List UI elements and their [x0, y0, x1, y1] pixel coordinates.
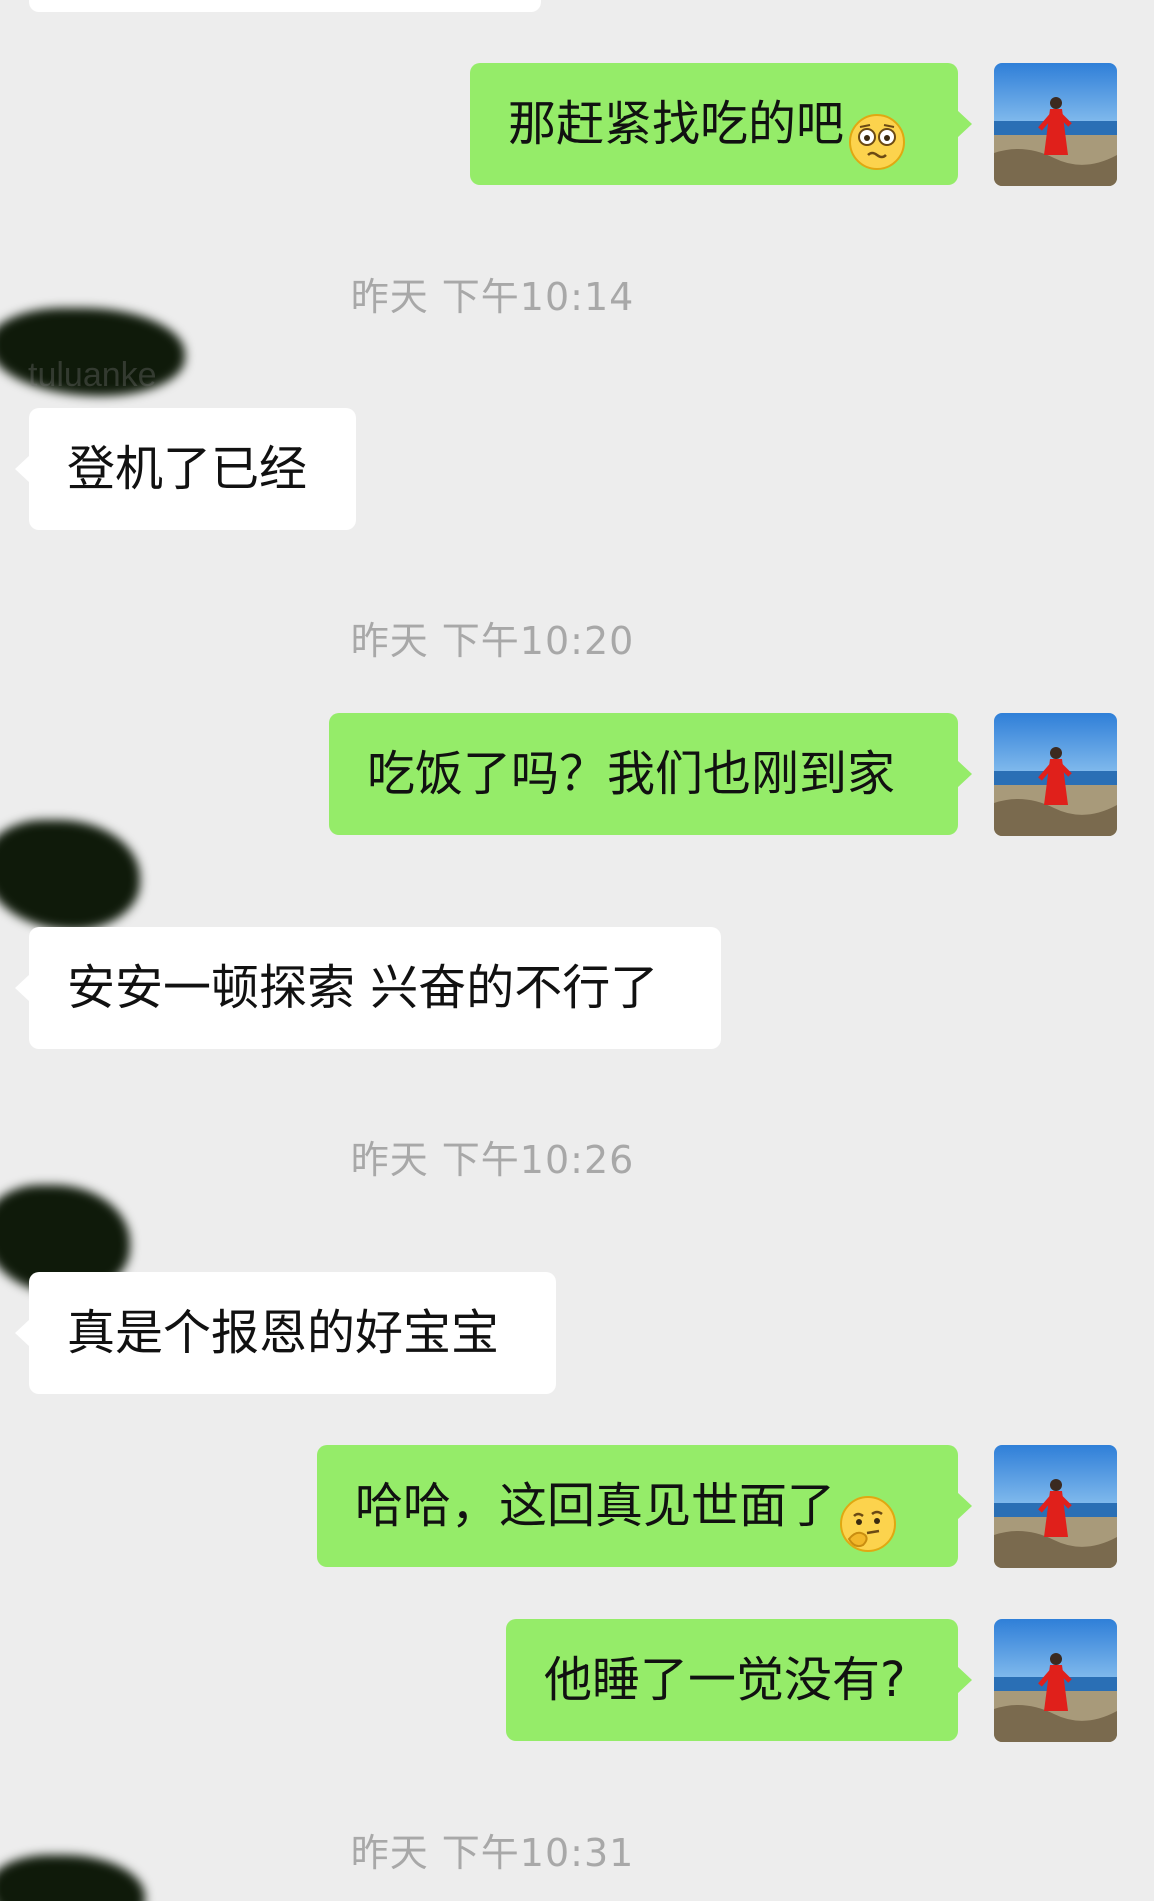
- partial-received-bubble[interactable]: [29, 0, 541, 12]
- avatar[interactable]: [994, 1619, 1117, 1742]
- message-text: 哈哈，这回真见世面了: [355, 1478, 836, 1534]
- message-text: 登机了已经: [67, 441, 308, 497]
- avatar[interactable]: [994, 63, 1117, 186]
- chat-window[interactable]: 那赶紧找吃的吧 昨天 下午10:14 tuluanke 登机了已经 昨天 下午1…: [0, 0, 1154, 1901]
- sent-message-bubble[interactable]: 吃饭了吗？我们也刚到家: [329, 713, 972, 835]
- sender-name: tuluanke: [28, 356, 157, 394]
- redacted-sender-name: [0, 820, 140, 930]
- sent-message-bubble[interactable]: 那赶紧找吃的吧: [470, 63, 972, 185]
- timestamp: 昨天 下午10:31: [350, 1831, 635, 1875]
- avatar[interactable]: [994, 1445, 1117, 1568]
- message-text: 真是个报恩的好宝宝: [67, 1305, 500, 1361]
- timestamp: 昨天 下午10:14: [350, 275, 635, 319]
- received-message-bubble[interactable]: 真是个报恩的好宝宝: [15, 1272, 556, 1394]
- timestamp: 昨天 下午10:26: [350, 1138, 635, 1182]
- sent-message-bubble[interactable]: 他睡了一觉没有?: [506, 1619, 972, 1741]
- thinking-face-icon: [839, 1476, 897, 1552]
- received-message-bubble[interactable]: 登机了已经: [15, 408, 356, 530]
- received-message-bubble[interactable]: 安安一顿探索 兴奋的不行了: [15, 927, 721, 1049]
- timestamp: 昨天 下午10:20: [350, 619, 635, 663]
- sent-message-bubble[interactable]: 哈哈，这回真见世面了: [317, 1445, 972, 1567]
- message-text: 他睡了一觉没有?: [544, 1652, 906, 1708]
- message-text: 安安一顿探索 兴奋的不行了: [67, 960, 659, 1016]
- message-text: 吃饭了吗？我们也刚到家: [367, 746, 896, 802]
- message-text: 那赶紧找吃的吧: [508, 96, 845, 152]
- worried-face-icon: [848, 94, 906, 170]
- avatar[interactable]: [994, 713, 1117, 836]
